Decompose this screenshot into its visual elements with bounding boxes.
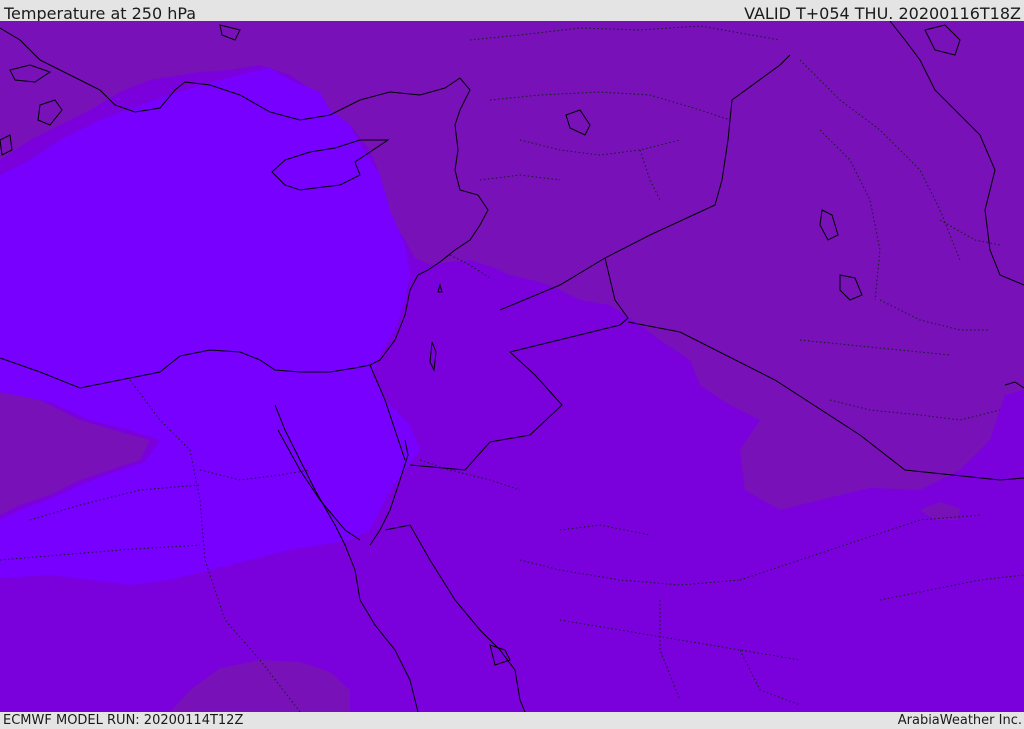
- model-run-label: ECMWF MODEL RUN: 20200114T12Z: [3, 713, 244, 728]
- temperature-map: [0, 21, 1024, 712]
- header-bar: Temperature at 250 hPa VALID T+054 THU. …: [0, 0, 1024, 23]
- credit-label: ArabiaWeather Inc.: [897, 713, 1022, 728]
- weather-map-page: Temperature at 250 hPa VALID T+054 THU. …: [0, 0, 1024, 729]
- temperature-field-bright: [0, 68, 420, 585]
- map-canvas: [0, 21, 1024, 712]
- footer-bar: ECMWF MODEL RUN: 20200114T12Z ArabiaWeat…: [0, 712, 1024, 729]
